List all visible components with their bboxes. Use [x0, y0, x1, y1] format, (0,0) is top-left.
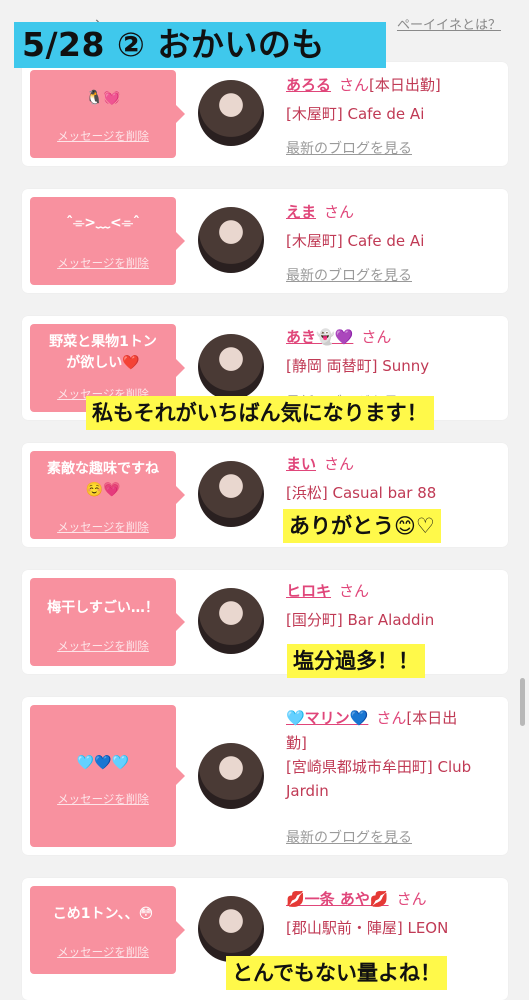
message-text: 梅干しすごい…！	[47, 600, 159, 616]
name-row: 💋一条 あや💋 さん	[286, 888, 427, 909]
name-row: えま さん	[286, 201, 354, 222]
scrollbar[interactable]	[520, 678, 525, 726]
about-like-link[interactable]: ペーイイネとは？	[397, 14, 501, 33]
reply-caption: とんでもない量よね！	[226, 956, 447, 990]
message-bubble: 🐧💓 メッセージを削除	[30, 70, 185, 158]
delete-message-link[interactable]: メッセージを削除	[30, 128, 176, 144]
shop-text: [木屋町] Cafe de Ai	[286, 105, 425, 123]
cast-name-link[interactable]: あろる	[286, 76, 331, 94]
cast-name-link[interactable]: ヒロキ	[286, 582, 331, 600]
shop-text: [木屋町] Cafe de Ai	[286, 232, 425, 250]
message-bubble: 梅干しすごい…！ メッセージを削除	[30, 578, 185, 666]
delete-message-link[interactable]: メッセージを削除	[30, 519, 176, 535]
avatar[interactable]	[198, 743, 264, 809]
message-card: ˆ⌯>﹏<⌯ˆ メッセージを削除 えま さん [木屋町] Cafe de Ai 最…	[22, 189, 508, 293]
shop-text: 勤] [宮崎県都城市牟田町] Club Jardin	[286, 734, 472, 800]
reply-caption: 塩分過多！！	[287, 644, 425, 678]
san-label: さん	[324, 203, 355, 221]
delete-message-link[interactable]: メッセージを削除	[30, 255, 176, 271]
blog-link[interactable]: 最新のブログを見る	[286, 827, 412, 847]
san-label: さん	[339, 76, 370, 94]
name-row: 🩵マリン💙 さん[本日出	[286, 707, 457, 728]
cast-name-link[interactable]: あき👻💜	[286, 328, 353, 346]
san-label: さん	[361, 328, 392, 346]
blog-link[interactable]: 最新のブログを見る	[286, 265, 412, 285]
avatar[interactable]	[198, 461, 264, 527]
avatar[interactable]	[198, 334, 264, 400]
message-bubble: こめ1トン、、😳 メッセージを削除	[30, 886, 185, 974]
san-label: さん	[324, 455, 355, 473]
shop-text: [郡山駅前・陣屋] LEON	[286, 919, 449, 937]
message-text: 野菜と果物1トン が欲しい❤️	[49, 334, 157, 371]
name-row: あろる さん[本日出勤]	[286, 74, 441, 95]
message-text: 素敵な趣味ですね ☺️💗	[47, 461, 159, 498]
san-label: さん	[376, 709, 407, 727]
message-bubble: ˆ⌯>﹏<⌯ˆ メッセージを削除	[30, 197, 185, 285]
message-card: 梅干しすごい…！ メッセージを削除 ヒロキ さん [国分町] Bar Aladdi…	[22, 570, 508, 674]
page-title: 5/28 ② おかいのも	[14, 22, 386, 68]
name-row: ヒロキ さん	[286, 580, 369, 601]
cast-name-link[interactable]: まい	[286, 455, 316, 473]
reply-caption: ありがとう😊♡	[283, 509, 441, 543]
delete-message-link[interactable]: メッセージを削除	[30, 791, 176, 807]
cast-name-link[interactable]: 🩵マリン💙	[286, 709, 368, 727]
avatar[interactable]	[198, 588, 264, 654]
name-row: あき👻💜 さん	[286, 326, 391, 347]
message-text: 🩵💙🩵	[76, 755, 130, 771]
san-label: さん	[339, 582, 370, 600]
blog-link[interactable]: 最新のブログを見る	[286, 138, 412, 158]
message-bubble: 素敵な趣味ですね ☺️💗 メッセージを削除	[30, 451, 185, 539]
shop-text: [静岡 両替町] Sunny	[286, 357, 430, 375]
reply-caption: 私もそれがいちばん気になります！	[86, 396, 434, 430]
message-text: こめ1トン、、😳	[52, 906, 154, 922]
message-card: 🐧💓 メッセージを削除 あろる さん[本日出勤] [木屋町] Cafe de Ai…	[22, 62, 508, 166]
status-text: [本日出	[406, 709, 458, 727]
san-label: さん	[396, 890, 427, 908]
cast-name-link[interactable]: えま	[286, 203, 316, 221]
message-text: ˆ⌯>﹏<⌯ˆ	[66, 215, 140, 231]
avatar[interactable]	[198, 896, 264, 962]
shop-text: [国分町] Bar Aladdin	[286, 611, 435, 629]
name-row: まい さん	[286, 453, 354, 474]
message-text: 🐧💓	[85, 90, 121, 106]
avatar[interactable]	[198, 207, 264, 273]
delete-message-link[interactable]: メッセージを削除	[30, 638, 176, 654]
message-bubble: 🩵💙🩵 メッセージを削除	[30, 705, 185, 847]
status-text: [本日出勤]	[369, 76, 441, 94]
message-card: 🩵💙🩵 メッセージを削除 🩵マリン💙 さん[本日出 勤] [宮崎県都城市牟田町] …	[22, 697, 508, 855]
avatar[interactable]	[198, 80, 264, 146]
cast-name-link[interactable]: 💋一条 あや💋	[286, 890, 389, 908]
shop-text: [浜松] Casual bar 88	[286, 484, 437, 502]
delete-message-link[interactable]: メッセージを削除	[30, 944, 176, 960]
